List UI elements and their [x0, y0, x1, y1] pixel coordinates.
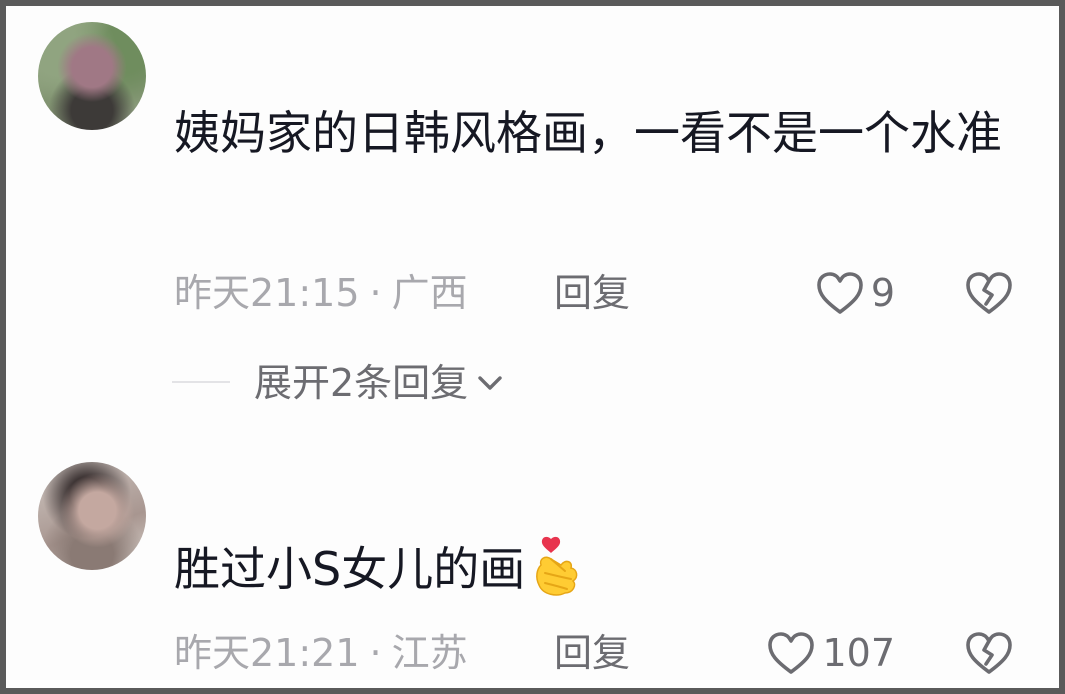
like-button[interactable]: 9	[815, 270, 895, 316]
broken-heart-icon	[966, 632, 1012, 674]
expand-replies-button[interactable]: 展开2条回复	[254, 360, 504, 406]
avatar[interactable]	[38, 22, 146, 130]
comment-location: 广西	[391, 271, 468, 315]
avatar[interactable]	[38, 462, 146, 570]
broken-heart-icon	[966, 272, 1012, 314]
meta-separator: ·	[369, 271, 382, 315]
comment-time: 昨天21:15	[174, 271, 360, 315]
comment-meta: 昨天21:15 · 广西	[174, 270, 468, 316]
like-button[interactable]: 107	[766, 630, 895, 676]
reply-button[interactable]: 回复	[554, 270, 630, 316]
reply-button[interactable]: 回复	[554, 630, 630, 676]
comment-list: 姨妈家的日韩风格画，一看不是一个水准 昨天21:15 · 广西 回复 9 展开2条回…	[6, 6, 1059, 688]
like-count: 9	[870, 271, 895, 315]
heart-outline-icon	[768, 632, 815, 674]
dislike-button[interactable]	[964, 630, 1014, 676]
expand-replies-label: 展开2条回复	[254, 361, 469, 405]
meta-separator: ·	[369, 631, 382, 675]
chevron-down-icon	[478, 376, 502, 390]
comment-time: 昨天21:21	[174, 631, 360, 675]
comment-text: 姨妈家的日韩风格画，一看不是一个水准	[174, 106, 1002, 160]
comment-meta: 昨天21:21 · 江苏	[174, 630, 468, 676]
comment-text-content: 胜过小S女儿的画	[174, 542, 526, 596]
finger-heart-emoji	[536, 536, 578, 596]
heart-outline-icon	[817, 272, 863, 314]
divider-line	[172, 381, 230, 383]
comment-location: 江苏	[391, 631, 468, 675]
comment-text: 胜过小S女儿的画	[174, 531, 1014, 608]
dislike-button[interactable]	[964, 270, 1014, 316]
like-count: 107	[822, 631, 895, 675]
